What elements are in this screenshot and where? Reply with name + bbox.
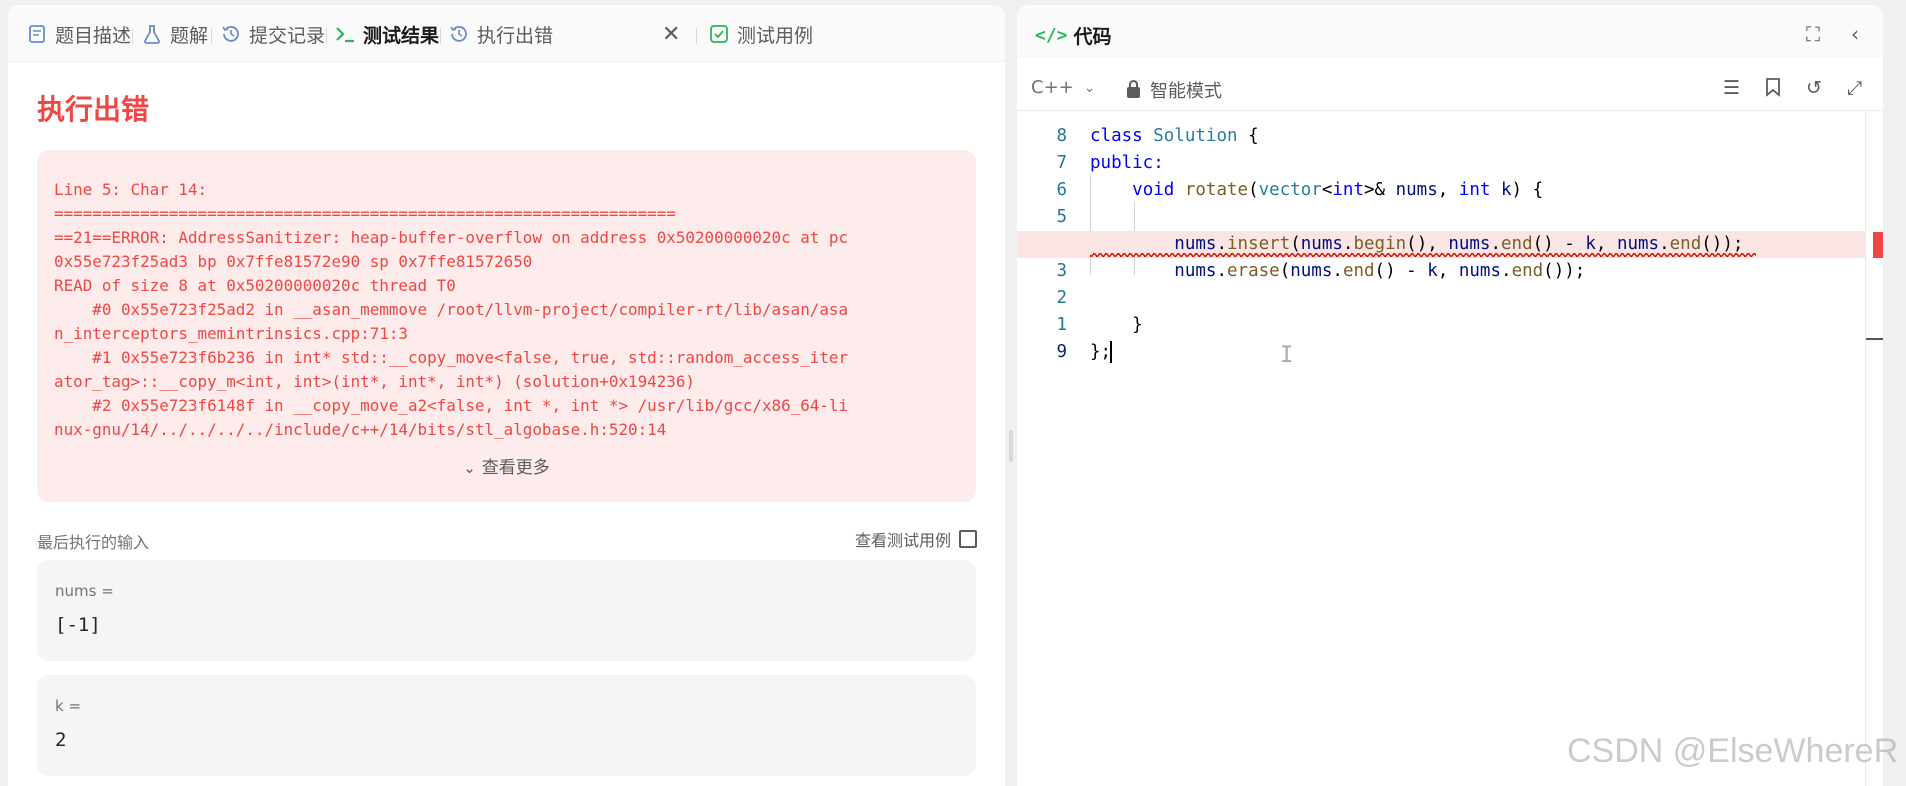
tab-label: 题解 — [170, 24, 209, 47]
code-text: class Solution { — [1090, 126, 1259, 146]
line-number: 1 — [1056, 315, 1067, 335]
lock-icon — [1127, 79, 1140, 98]
checkbox-icon — [708, 23, 730, 45]
code-editor[interactable]: 8 class Solution { 7 public: 6 void rota… — [1017, 112, 1865, 786]
tab-solutions[interactable]: 题解 — [141, 19, 208, 49]
code-line: 5 — [1017, 204, 1865, 231]
expand-icon[interactable]: ⤢ — [1847, 77, 1862, 99]
code-text: } — [1132, 315, 1143, 335]
close-icon[interactable]: ✕ — [662, 22, 680, 47]
code-line: 2 — [1017, 285, 1865, 312]
code-line: 3 nums.erase(nums.end() - k, nums.end())… — [1017, 258, 1865, 285]
double-chevron-down-icon: ⌄ — [463, 459, 476, 477]
bookmark-icon[interactable] — [1765, 77, 1781, 102]
see-more-label: 查看更多 — [481, 458, 550, 478]
chevron-left-icon[interactable]: ‹ — [1851, 22, 1859, 46]
watermark: CSDN @ElseWhereR — [1567, 732, 1899, 770]
smart-mode-toggle[interactable]: 智能模式 — [1127, 77, 1222, 103]
language-select[interactable]: C++ ⌄ — [1031, 77, 1095, 98]
code-title-label: 代码 — [1073, 26, 1112, 48]
language-label: C++ — [1031, 77, 1074, 98]
param-value: [-1] — [55, 614, 101, 636]
tab-label: 测试结果 — [363, 24, 440, 47]
code-text: void rotate(vector<int>& nums, int k) { — [1132, 180, 1544, 200]
smart-mode-label: 智能模式 — [1150, 81, 1222, 102]
tab-execution-error[interactable]: 执行出错 — [448, 19, 553, 49]
code-line: 8 class Solution { — [1017, 123, 1865, 150]
tab-label: 题目描述 — [55, 24, 132, 47]
tab-divider — [326, 28, 327, 44]
last-input-label: 最后执行的输入 — [37, 533, 150, 552]
error-message: Line 5: Char 14: =======================… — [54, 180, 849, 439]
tab-divider — [211, 28, 212, 44]
code-title: </> 代码 — [1035, 22, 1112, 49]
tab-label: 提交记录 — [249, 24, 326, 47]
code-icon: </> — [1035, 25, 1068, 46]
code-line: 7 public: — [1017, 150, 1865, 177]
code-header: </> 代码 ⛶ ‹ — [1017, 5, 1883, 58]
input-card-k: k = 2 — [37, 675, 976, 776]
code-line-error: nums.insert(nums.begin(), nums.end() - k… — [1017, 231, 1865, 258]
fullscreen-icon[interactable]: ⛶ — [1806, 22, 1820, 46]
line-number: 3 — [1056, 261, 1067, 281]
left-panel: 题目描述 题解 提交记录 测试结果 执行出错 ✕ 测试用例 执行出错 Line … — [8, 5, 1005, 786]
line-number: 5 — [1056, 207, 1067, 227]
input-card-nums: nums = [-1] — [37, 560, 976, 661]
tab-bar: 题目描述 题解 提交记录 测试结果 执行出错 ✕ 测试用例 — [8, 5, 1005, 62]
view-testcases-label: 查看测试用例 — [854, 531, 951, 550]
error-squiggle — [1090, 253, 1756, 257]
code-text: nums.erase(nums.end() - k, nums.end()); — [1174, 261, 1586, 281]
tab-divider — [696, 28, 697, 44]
format-icon[interactable]: ☰ — [1723, 77, 1740, 99]
error-marker — [1873, 232, 1883, 258]
tab-label: 执行出错 — [477, 24, 554, 47]
editor-scrollbar[interactable] — [1865, 112, 1883, 786]
editor-toolbar: C++ ⌄ 智能模式 ☰ ↺ ⤢ — [1017, 63, 1883, 111]
error-box: Line 5: Char 14: =======================… — [37, 150, 976, 502]
chevron-down-icon: ⌄ — [1083, 79, 1096, 96]
tab-test-result[interactable]: 测试结果 — [334, 19, 439, 49]
history-icon — [220, 23, 242, 45]
tab-label: 测试用例 — [737, 24, 814, 47]
file-icon — [959, 530, 977, 548]
history-icon — [448, 23, 470, 45]
scroll-position-marker — [1866, 338, 1883, 340]
error-title: 执行出错 — [37, 93, 150, 126]
tab-testcases[interactable]: 测试用例 — [708, 19, 813, 49]
code-line: 6 void rotate(vector<int>& nums, int k) … — [1017, 177, 1865, 204]
param-value: 2 — [55, 729, 67, 751]
ibeam-cursor-icon: I — [1280, 343, 1294, 368]
tab-description[interactable]: 题目描述 — [26, 19, 131, 49]
code-line: 1 } — [1017, 312, 1865, 339]
tab-divider — [440, 28, 441, 44]
code-line: 9 }; — [1017, 339, 1865, 366]
code-text: public: — [1090, 153, 1164, 173]
reset-icon[interactable]: ↺ — [1806, 77, 1822, 99]
panel-resize-handle[interactable] — [1009, 430, 1013, 462]
tab-divider — [132, 28, 133, 44]
document-icon — [26, 23, 48, 45]
line-number: 6 — [1056, 180, 1067, 200]
line-number: 2 — [1056, 288, 1067, 308]
line-number: 7 — [1056, 153, 1067, 173]
tab-submissions[interactable]: 提交记录 — [220, 19, 325, 49]
see-more-button[interactable]: ⌄ 查看更多 — [37, 453, 976, 478]
code-text: }; — [1090, 342, 1112, 362]
code-panel: </> 代码 ⛶ ‹ C++ ⌄ 智能模式 ☰ ↺ ⤢ 8 class Solu… — [1017, 5, 1883, 786]
line-number: 9 — [1056, 342, 1067, 362]
text-cursor — [1110, 341, 1112, 363]
param-name: nums = — [55, 582, 114, 600]
line-number: 8 — [1056, 126, 1067, 146]
terminal-icon — [334, 23, 356, 45]
view-testcases-button[interactable]: 查看测试用例 — [855, 527, 977, 551]
param-name: k = — [55, 697, 82, 715]
flask-icon — [141, 23, 163, 45]
